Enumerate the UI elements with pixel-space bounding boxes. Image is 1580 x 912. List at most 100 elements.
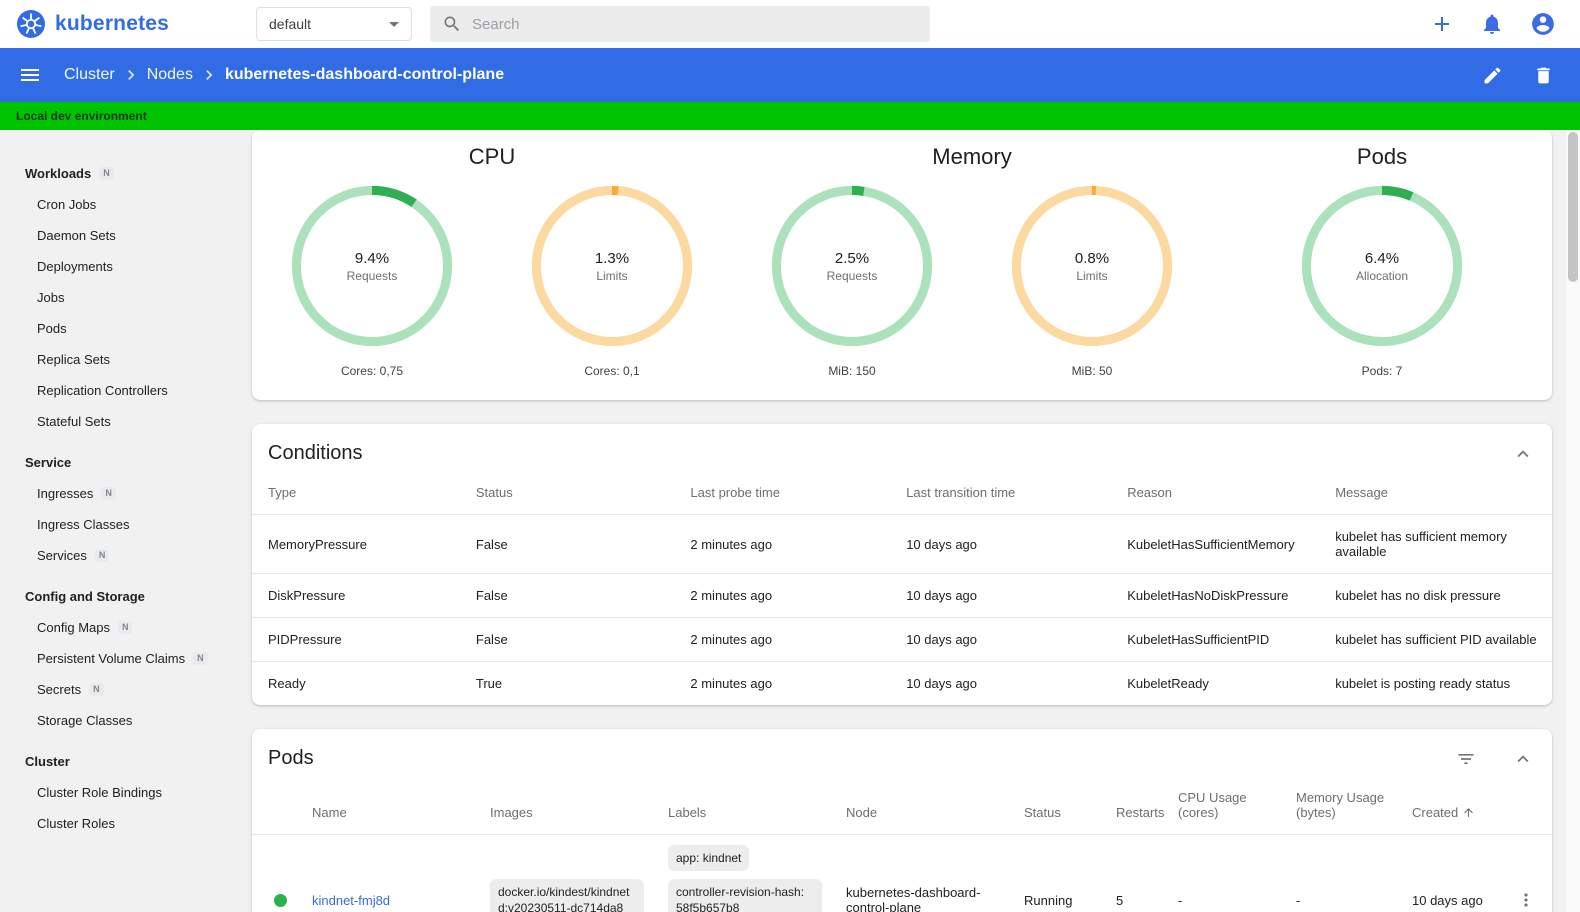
edit-icon[interactable] <box>1482 65 1503 86</box>
breadcrumb: Cluster Nodes kubernetes-dashboard-contr… <box>64 65 504 85</box>
nav-label: Storage Classes <box>37 713 133 728</box>
collapse-icon[interactable] <box>1512 748 1534 770</box>
column-header-reason: Reason <box>1115 477 1324 515</box>
cell-type: PIDPressure <box>252 617 464 662</box>
breadcrumb-current: kubernetes-dashboard-control-plane <box>224 66 505 83</box>
cell-created: 10 days ago <box>1412 892 1483 908</box>
sidebar-item-ingresses[interactable]: Ingresses N <box>0 478 248 509</box>
brand[interactable]: kubernetes <box>16 9 240 39</box>
column-header-actions <box>1500 782 1552 835</box>
new-badge: N <box>89 683 104 696</box>
nav-label: Replication Controllers <box>37 383 168 398</box>
filter-icon[interactable] <box>1456 749 1476 769</box>
nav-label: Jobs <box>37 290 65 305</box>
sidebar-item-persistent-volume-claims[interactable]: Persistent Volume Claims N <box>0 643 248 674</box>
donut-percent: 6.4% <box>1364 249 1400 267</box>
notifications-icon[interactable] <box>1480 12 1504 36</box>
account-icon[interactable] <box>1530 11 1556 37</box>
nav-label: Ingresses <box>37 486 94 501</box>
sidebar-item-secrets[interactable]: Secrets N <box>0 674 248 705</box>
sidebar-section-service: Service <box>0 447 248 478</box>
cell-probe: 2 minutes ago <box>678 573 895 618</box>
nav-label: Cron Jobs <box>37 197 97 212</box>
cell-reason: KubeletHasNoDiskPressure <box>1115 573 1324 618</box>
collapse-icon[interactable] <box>1512 443 1534 465</box>
cell-message: kubelet has sufficient memory available <box>1323 514 1552 574</box>
sidebar-item-deployments[interactable]: Deployments <box>0 251 248 282</box>
conditions-table: Type Status Last probe time Last transit… <box>252 477 1552 705</box>
cell-cpu-usage: - <box>1178 892 1183 908</box>
nav-label: Deployments <box>37 259 113 274</box>
breadcrumb-nodes[interactable]: Nodes <box>147 66 193 84</box>
sidebar-item-workloads[interactable]: Workloads N <box>0 158 248 189</box>
scrollbar-thumb[interactable] <box>1568 132 1578 282</box>
donut-memory-limits: 0.8% Limits MiB: 50 <box>1008 182 1176 378</box>
delete-icon[interactable] <box>1533 65 1554 86</box>
donut-caption: Pods: 7 <box>1361 364 1403 378</box>
sidebar-item-ingress-classes[interactable]: Ingress Classes <box>0 509 248 540</box>
sidebar-item-stateful-sets[interactable]: Stateful Sets <box>0 406 248 437</box>
nav-group-cluster: Cluster Cluster Role Bindings Cluster Ro… <box>0 746 248 839</box>
sidebar-section-config-and-storage: Config and Storage <box>0 581 248 612</box>
sidebar-item-replication-controllers[interactable]: Replication Controllers <box>0 375 248 406</box>
column-header-images: Images <box>478 782 656 835</box>
app-header: kubernetes default <box>0 0 1580 48</box>
pods-table: Name Images Labels Node Status Restarts … <box>252 782 1552 912</box>
cell-transition: 10 days ago <box>894 617 1116 662</box>
sidebar-item-cron-jobs[interactable]: Cron Jobs <box>0 189 248 220</box>
sidebar-item-services[interactable]: Services N <box>0 540 248 571</box>
sidebar-item-jobs[interactable]: Jobs <box>0 282 248 313</box>
column-header-message: Message <box>1323 477 1552 515</box>
pod-name-link[interactable]: kindnet-fmj8d <box>312 893 390 908</box>
column-header-labels: Labels <box>656 782 834 835</box>
scrollbar[interactable] <box>1566 130 1580 912</box>
environment-banner-text: Local dev environment <box>16 109 147 123</box>
labels-list: app: kindnet controller-revision-hash: 5… <box>668 845 822 912</box>
cell-status: True <box>475 676 503 691</box>
cell-transition: 10 days ago <box>894 573 1116 618</box>
column-header-restarts: Restarts <box>1104 782 1166 835</box>
add-icon[interactable] <box>1430 12 1454 36</box>
search-bar[interactable] <box>430 6 930 42</box>
table-row: MemoryPressure False 2 minutes ago 10 da… <box>252 514 1552 574</box>
search-input[interactable] <box>472 15 918 33</box>
donut-percent: 0.8% <box>1074 249 1110 267</box>
cell-message: kubelet is posting ready status <box>1335 676 1511 691</box>
nav-label: Config Maps <box>37 620 110 635</box>
donut-caption: MiB: 150 <box>828 364 876 378</box>
table-header-row: Name Images Labels Node Status Restarts … <box>252 782 1552 835</box>
new-badge: N <box>117 621 133 634</box>
cell-status: Running <box>1024 892 1073 908</box>
pods-card: Pods Name Images Labels Node Status Rest… <box>252 729 1552 912</box>
column-header-created[interactable]: Created <box>1400 782 1500 835</box>
sidebar-item-config-maps[interactable]: Config Maps N <box>0 612 248 643</box>
nav-label: Stateful Sets <box>37 414 111 429</box>
donut-metric: Limits <box>596 268 628 283</box>
sidebar-item-pods[interactable]: Pods <box>0 313 248 344</box>
donut-caption: Cores: 0,1 <box>584 364 640 378</box>
donut-metric: Limits <box>1076 268 1108 283</box>
sidebar-item-cluster-roles[interactable]: Cluster Roles <box>0 808 248 839</box>
breadcrumb-cluster[interactable]: Cluster <box>64 66 115 84</box>
cell-message: kubelet has no disk pressure <box>1323 573 1552 618</box>
donut-metric: Allocation <box>1355 268 1409 283</box>
cell-status: False <box>463 573 679 618</box>
sidebar: Workloads N Cron Jobs Daemon Sets Deploy… <box>0 130 248 912</box>
namespace-selector[interactable]: default <box>256 7 412 41</box>
cell-restarts: 5 <box>1116 892 1124 908</box>
menu-icon[interactable] <box>18 63 42 87</box>
more-vert-icon[interactable] <box>1512 890 1540 910</box>
usage-section-memory: Memory 2.5% Requests MiB: 150 0.8% Limit… <box>732 144 1212 378</box>
donut-caption: MiB: 50 <box>1071 364 1113 378</box>
donut-pods-allocation: 6.4% Allocation Pods: 7 <box>1298 182 1466 378</box>
sidebar-item-storage-classes[interactable]: Storage Classes <box>0 705 248 736</box>
sidebar-item-cluster-role-bindings[interactable]: Cluster Role Bindings <box>0 777 248 808</box>
nav-group-config-storage: Config and Storage Config Maps N Persist… <box>0 581 248 736</box>
main-content: CPU 9.4% Requests Cores: 0,75 1.3% Limit… <box>248 130 1580 912</box>
donut-metric: Requests <box>346 268 398 283</box>
column-header-status-dot <box>252 782 300 835</box>
conditions-card: Conditions Type Status Last probe time L… <box>252 424 1552 705</box>
sidebar-item-replica-sets[interactable]: Replica Sets <box>0 344 248 375</box>
sidebar-item-daemon-sets[interactable]: Daemon Sets <box>0 220 248 251</box>
donut-metric: Requests <box>826 268 878 283</box>
